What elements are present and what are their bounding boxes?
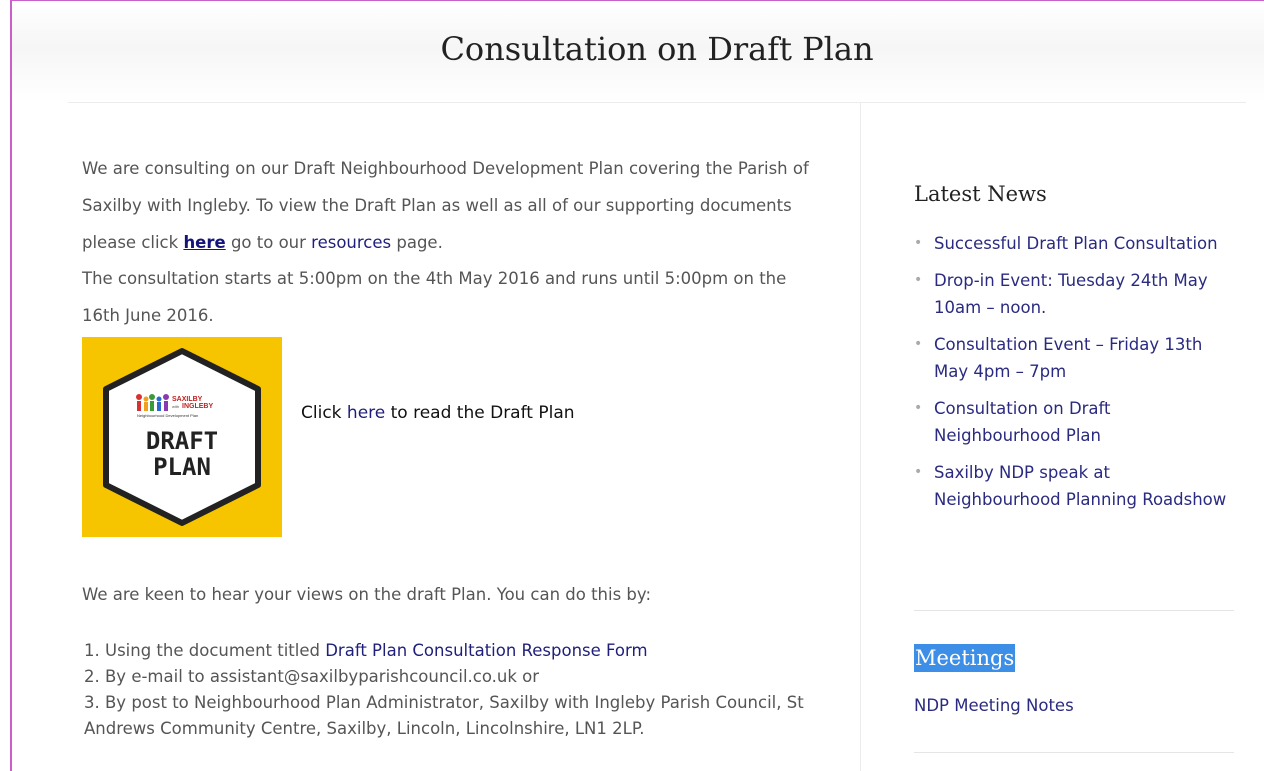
intro-end-text: page. bbox=[391, 233, 443, 252]
views-intro-text: We are keen to hear your views on the dr… bbox=[82, 585, 652, 604]
method-2: 2. By e-mail to assistant@saxilbyparishc… bbox=[84, 667, 540, 686]
meeting-notes-link[interactable]: NDP Meeting Notes bbox=[914, 692, 1074, 719]
sidebar-divider bbox=[914, 610, 1234, 611]
news-link[interactable]: Consultation on Draft Neighbourhood Plan bbox=[934, 399, 1111, 445]
page-title: Consultation on Draft Plan bbox=[440, 30, 874, 68]
method-1-prefix: 1. Using the document titled bbox=[84, 641, 326, 660]
resources-link[interactable]: resources bbox=[311, 233, 391, 252]
column-divider bbox=[860, 103, 861, 771]
sidebar-divider-bottom bbox=[914, 752, 1234, 753]
news-item[interactable]: • Successful Draft Plan Consultation bbox=[914, 230, 1234, 257]
meetings-heading: Meetings bbox=[914, 644, 1016, 672]
news-item[interactable]: • Drop-in Event: Tuesday 24th May 10am – … bbox=[914, 267, 1234, 321]
bullet-icon: • bbox=[914, 235, 923, 251]
badge-brand-top: SAXILBY bbox=[172, 396, 203, 403]
news-link[interactable]: Saxilby NDP speak at Neighbourhood Plann… bbox=[934, 463, 1226, 509]
consultation-dates: The consultation starts at 5:00pm on the… bbox=[82, 269, 787, 325]
intro-middle-text: go to our bbox=[225, 233, 312, 252]
news-item[interactable]: • Consultation on Draft Neighbourhood Pla… bbox=[914, 395, 1234, 449]
here-link[interactable]: here bbox=[183, 233, 225, 252]
window-frame-left bbox=[10, 0, 12, 771]
latest-news-list: • Successful Draft Plan Consultation • Dro… bbox=[914, 230, 1234, 523]
news-link[interactable]: Drop-in Event: Tuesday 24th May 10am – n… bbox=[934, 271, 1208, 317]
badge-line-plan: PLAN bbox=[153, 453, 211, 481]
bullet-icon: • bbox=[914, 464, 923, 480]
badge-caption: Click here to read the Draft Plan bbox=[301, 400, 575, 426]
response-methods-list: 1. Using the document titled Draft Plan … bbox=[84, 638, 824, 742]
read-plan-here-link[interactable]: here bbox=[347, 403, 385, 423]
header-divider bbox=[68, 102, 1246, 103]
badge-brand-sub: Neighbourhood Development Plan bbox=[137, 413, 198, 418]
badge-brand-with: with bbox=[172, 404, 179, 409]
method-3: 3. By post to Neighbourhood Plan Adminis… bbox=[84, 693, 804, 738]
news-link[interactable]: Consultation Event – Friday 13th May 4pm… bbox=[934, 335, 1202, 381]
news-item[interactable]: • Consultation Event – Friday 13th May 4p… bbox=[914, 331, 1234, 385]
method-1: 1. Using the document titled Draft Plan … bbox=[84, 638, 824, 664]
family-figures-icon bbox=[136, 394, 169, 411]
latest-news-heading: Latest News bbox=[914, 182, 1047, 206]
badge-brand-bottom: INGLEBY bbox=[182, 403, 213, 410]
bullet-icon: • bbox=[914, 400, 923, 416]
news-link[interactable]: Successful Draft Plan Consultation bbox=[934, 234, 1218, 253]
caption-prefix: Click bbox=[301, 403, 347, 423]
draft-plan-badge-graphic: SAXILBY with INGLEBY Neighbourhood Devel… bbox=[103, 348, 261, 526]
news-item[interactable]: • Saxilby NDP speak at Neighbourhood Plan… bbox=[914, 459, 1234, 513]
bullet-icon: • bbox=[914, 272, 923, 288]
draft-plan-badge[interactable]: SAXILBY with INGLEBY Neighbourhood Devel… bbox=[82, 337, 282, 537]
bullet-icon: • bbox=[914, 336, 923, 352]
caption-suffix: to read the Draft Plan bbox=[385, 403, 575, 423]
intro-paragraph: We are consulting on our Draft Neighbour… bbox=[82, 150, 822, 261]
response-form-link[interactable]: Draft Plan Consultation Response Form bbox=[325, 641, 647, 660]
badge-line-draft: DRAFT bbox=[146, 427, 218, 455]
